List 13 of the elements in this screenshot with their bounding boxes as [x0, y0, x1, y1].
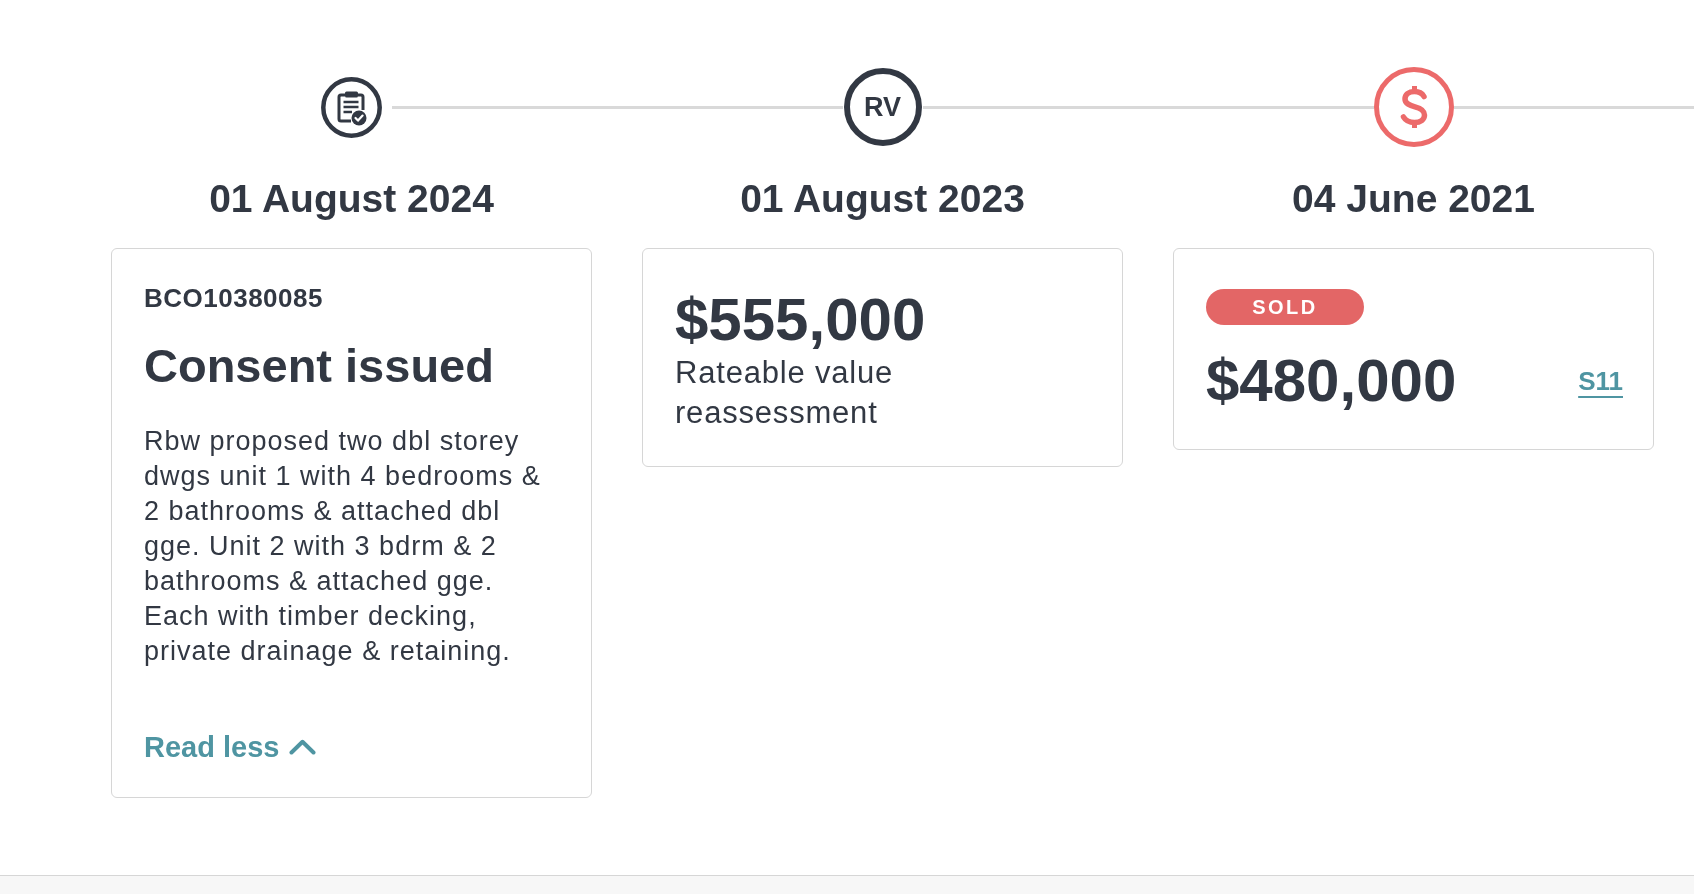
read-toggle-link[interactable]: Read less — [144, 729, 317, 765]
sale-amount: $480,000 — [1206, 347, 1457, 414]
timeline-marker: RV — [843, 68, 922, 146]
event-date: 04 June 2021 — [1292, 176, 1535, 222]
event-date: 01 August 2023 — [740, 176, 1025, 222]
sale-link[interactable]: S11 — [1578, 364, 1623, 397]
status-badge: SOLD — [1206, 289, 1364, 325]
value-amount: $555,000 — [675, 286, 926, 353]
value-label: Rateable value reassessment — [675, 354, 894, 432]
event-date: 01 August 2024 — [209, 176, 494, 222]
event-title: Consent issued — [144, 338, 494, 394]
event-description: Rbw proposed two dbl storey dwgs unit 1 with 4 bedrooms & 2 bathrooms & attached dbl gge. Unit 2 with 3 bdrm & 2 bathrooms & attached gge. Each with timber decking, private drainage & retaining. — [144, 425, 542, 668]
consent-reference: BCO10380085 — [144, 283, 323, 314]
